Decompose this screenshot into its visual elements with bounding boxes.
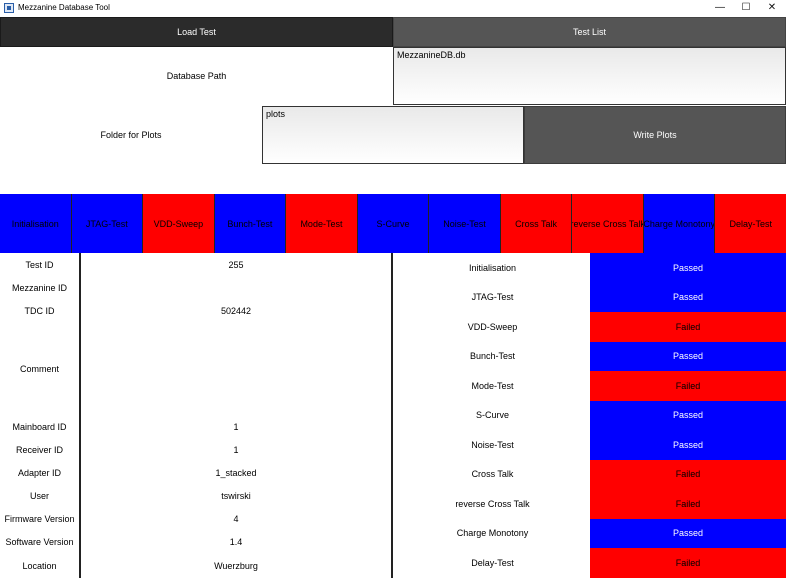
- result-status-badge: Failed: [590, 548, 786, 578]
- maximize-icon[interactable]: ☐: [734, 0, 758, 17]
- test-button[interactable]: VDD-Sweep: [143, 194, 215, 253]
- database-path-label: Database Path: [166, 71, 227, 81]
- mainboard-id-value[interactable]: 1: [81, 415, 391, 438]
- result-row: Bunch-Test Passed: [395, 341, 786, 371]
- result-status-badge: Failed: [590, 371, 786, 401]
- result-test-name: Noise-Test: [471, 439, 514, 450]
- result-test-name: Initialisation: [468, 262, 517, 273]
- user-label: User: [29, 490, 49, 501]
- tdc-id-value[interactable]: 502442: [81, 299, 391, 322]
- minimize-icon[interactable]: —: [708, 0, 732, 17]
- tab-load-test[interactable]: Load Test: [0, 17, 393, 47]
- result-row: Noise-Test Passed: [395, 430, 786, 460]
- info-values: 255 502442 1 1 1_stacked tswirski 4 1.4 …: [79, 253, 393, 578]
- test-button[interactable]: Initialisation: [0, 194, 72, 253]
- adapter-id-label: Adapter ID: [17, 467, 62, 478]
- test-button[interactable]: Delay-Test: [715, 194, 786, 253]
- test-button[interactable]: Charge Monotony: [643, 194, 716, 253]
- result-test-name: Mode-Test: [471, 380, 514, 391]
- mainboard-id-label: Mainboard ID: [12, 421, 67, 432]
- software-version-value[interactable]: 1.4: [81, 530, 391, 553]
- tdc-id-label: TDC ID: [24, 305, 55, 316]
- app-icon: [4, 3, 14, 13]
- result-test-name: S-Curve: [475, 410, 509, 421]
- result-row: Mode-Test Failed: [395, 371, 786, 401]
- result-test-name: JTAG-Test: [471, 292, 514, 303]
- test-button[interactable]: Bunch-Test: [214, 194, 287, 253]
- user-value[interactable]: tswirski: [81, 484, 391, 507]
- result-row: Charge Monotony Passed: [395, 518, 786, 548]
- result-status-badge: Passed: [590, 253, 786, 283]
- receiver-id-value[interactable]: 1: [81, 438, 391, 461]
- result-row: Cross Talk Failed: [395, 459, 786, 489]
- test-button[interactable]: reverse Cross Talk: [572, 194, 644, 253]
- result-status-badge: Failed: [590, 489, 786, 519]
- result-status-badge: Passed: [590, 518, 786, 548]
- result-row: VDD-Sweep Failed: [395, 312, 786, 342]
- mezzanine-id-value[interactable]: [81, 276, 391, 299]
- test-button[interactable]: Noise-Test: [429, 194, 501, 253]
- test-selector-strip: Initialisation JTAG-Test VDD-Sweep Bunch-Te…: [0, 194, 786, 253]
- firmware-version-label: Firmware Version: [4, 513, 75, 524]
- result-status-badge: Passed: [590, 400, 786, 430]
- result-status-badge: Failed: [590, 459, 786, 489]
- mezzanine-id-label: Mezzanine ID: [11, 282, 68, 293]
- adapter-id-value[interactable]: 1_stacked: [81, 461, 391, 484]
- location-value[interactable]: Wuerzburg: [81, 553, 391, 578]
- test-button[interactable]: S-Curve: [357, 194, 430, 253]
- comment-label: Comment: [19, 363, 59, 374]
- results-table: Initialisation Passed JTAG-Test Passed VDD-S…: [395, 253, 786, 578]
- result-status-badge: Failed: [590, 312, 786, 342]
- close-icon[interactable]: ✕: [760, 0, 784, 17]
- write-plots-button[interactable]: Write Plots: [524, 106, 786, 164]
- result-status-badge: Passed: [590, 341, 786, 371]
- test-button[interactable]: Mode-Test: [286, 194, 358, 253]
- result-row: JTAG-Test Passed: [395, 282, 786, 312]
- database-path-input[interactable]: MezzanineDB.db: [393, 47, 786, 105]
- result-test-name: Cross Talk: [471, 469, 514, 480]
- result-status-badge: Passed: [590, 282, 786, 312]
- result-row: Delay-Test Failed: [395, 548, 786, 578]
- result-test-name: VDD-Sweep: [467, 321, 518, 332]
- result-status-badge: Passed: [590, 430, 786, 460]
- window-title: Mezzanine Database Tool: [18, 3, 110, 12]
- title-bar: Mezzanine Database Tool — ☐ ✕: [0, 0, 786, 17]
- firmware-version-value[interactable]: 4: [81, 507, 391, 530]
- plot-folder-label: Folder for Plots: [100, 130, 162, 140]
- result-test-name: Bunch-Test: [469, 351, 516, 362]
- result-test-name: Charge Monotony: [456, 528, 529, 539]
- result-test-name: reverse Cross Talk: [455, 498, 530, 509]
- software-version-label: Software Version: [5, 536, 74, 547]
- receiver-id-label: Receiver ID: [15, 444, 63, 455]
- tab-test-list[interactable]: Test List: [393, 17, 786, 47]
- result-row: S-Curve Passed: [395, 400, 786, 430]
- result-row: Initialisation Passed: [395, 253, 786, 283]
- result-row: reverse Cross Talk Failed: [395, 489, 786, 519]
- plot-folder-input[interactable]: plots: [262, 106, 524, 164]
- test-id-label: Test ID: [25, 259, 54, 270]
- location-label: Location: [22, 560, 57, 571]
- info-labels: Test ID Mezzanine ID TDC ID Comment Main…: [0, 253, 79, 578]
- test-button[interactable]: Cross Talk: [500, 194, 573, 253]
- test-id-value[interactable]: 255: [81, 253, 391, 276]
- result-test-name: Delay-Test: [471, 557, 514, 568]
- comment-value[interactable]: [81, 322, 391, 415]
- test-button[interactable]: JTAG-Test: [71, 194, 144, 253]
